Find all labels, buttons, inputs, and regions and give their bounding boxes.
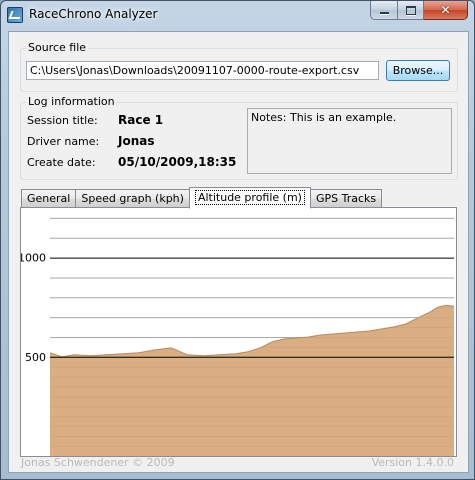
app-window: RaceChrono Analyzer ✕ Source file C:\Use… [0,0,475,480]
maximize-icon [405,5,416,15]
maximize-button[interactable] [398,1,424,20]
source-file-group: Source file C:\Users\Jonas\Downloads\200… [20,41,458,92]
notes-box[interactable]: Notes: This is an example. [247,108,452,174]
title-bar[interactable]: RaceChrono Analyzer ✕ [1,1,474,31]
altitude-chart: 500 1000 [21,217,455,456]
create-date-label: Create date: [27,156,96,169]
driver-name-label: Driver name: [27,135,100,148]
tab-altitude-profile-label: Altitude profile (m) [194,190,305,205]
browse-button[interactable]: Browse... [386,60,450,81]
create-date-value: 05/10/2009,18:35 [118,155,237,169]
session-title-value: Race 1 [118,113,164,127]
caption-buttons: ✕ [370,1,468,20]
altitude-profile-panel: 500 1000 [20,207,457,457]
window-title: RaceChrono Analyzer [29,7,158,21]
source-file-path-input[interactable]: C:\Users\Jonas\Downloads\20091107-0000-r… [26,61,379,80]
y-tick-label: 500 [25,351,46,364]
version-label: Version 1.4.0.0 [371,456,454,469]
tab-general[interactable]: General [21,189,77,207]
driver-name-value: Jonas [118,134,155,148]
author-label: Jonas Schwendener © 2009 [21,456,175,469]
log-information-group: Log information Session title: Race 1 Dr… [20,95,458,180]
tab-gps-tracks[interactable]: GPS Tracks [310,189,383,207]
minimize-button[interactable] [370,1,398,20]
session-title-label: Session title: [27,114,98,127]
close-button[interactable]: ✕ [424,1,468,20]
source-file-group-label: Source file [26,41,89,54]
minimize-icon [379,12,389,14]
tab-strip: General Speed graph (kph) Altitude profi… [21,187,383,209]
tab-speed-graph[interactable]: Speed graph (kph) [76,189,190,207]
close-icon: ✕ [440,3,451,17]
app-icon [7,7,23,23]
log-information-group-label: Log information [26,95,117,108]
y-tick-label: 1000 [21,252,46,265]
client-area: Source file C:\Users\Jonas\Downloads\200… [8,31,469,473]
tab-altitude-profile[interactable]: Altitude profile (m) [188,187,311,209]
